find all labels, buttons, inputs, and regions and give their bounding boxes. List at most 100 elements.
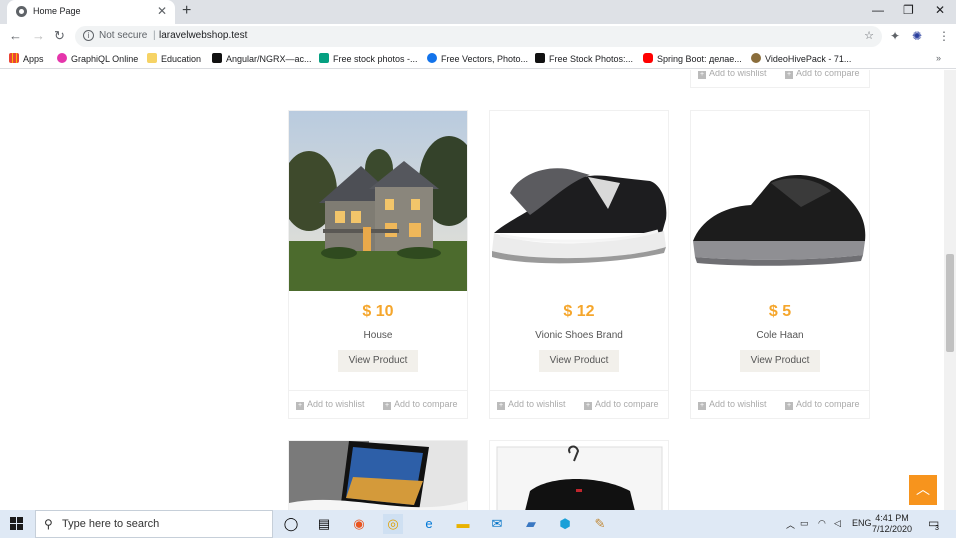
folder-icon (147, 53, 157, 63)
page-viewport: + Add to wishlist + Add to compare $ 10 … (0, 70, 944, 510)
plus-square-icon: + (584, 402, 592, 410)
search-placeholder: Type here to search (62, 518, 160, 530)
taskbar-clock[interactable]: 4:41 PM 7/12/2020 (872, 513, 912, 535)
security-label: Not secure (99, 30, 148, 41)
jacket-image (496, 445, 663, 510)
product-price: $ 10 (362, 303, 394, 320)
mail-icon[interactable]: ✉ (487, 514, 507, 534)
bookmark-spring-boot[interactable]: Spring Boot: делае... (643, 53, 742, 64)
product-card: $ 10 House View Product + Add to wishlist… (288, 110, 468, 419)
ubuntu-icon[interactable]: ◉ (349, 514, 369, 534)
view-product-button[interactable]: View Product (740, 350, 820, 372)
app-icon[interactable]: ▰ (521, 514, 541, 534)
extensions-icon[interactable]: ✦ (890, 29, 900, 43)
add-to-compare-link[interactable]: + Add to compare (785, 399, 860, 410)
forward-button[interactable]: → (32, 28, 45, 43)
show-hidden-icons[interactable]: ︿ (786, 518, 795, 531)
paint-icon[interactable]: ✎ (590, 514, 610, 534)
file-explorer-icon[interactable]: ▬ (453, 514, 473, 534)
product-card: $ 12 Vionic Shoes Brand View Product + Ad… (489, 110, 669, 419)
address-bar[interactable]: i Not secure | laravelwebshop.test ☆ (75, 26, 882, 47)
product-image-laptop[interactable] (289, 441, 467, 510)
chrome-icon[interactable]: ◎ (383, 514, 403, 534)
separator: | (153, 30, 156, 41)
scrollbar-thumb[interactable] (946, 254, 954, 352)
burst-icon (535, 53, 545, 63)
profile-icon[interactable]: ✺ (912, 29, 922, 43)
bookmark-free-vectors[interactable]: Free Vectors, Photo... (427, 53, 528, 64)
bookmark-apps[interactable]: Apps (9, 53, 44, 64)
chevron-up-icon: ︿ (916, 481, 930, 497)
language-indicator[interactable]: ENG (852, 518, 872, 528)
product-card (489, 440, 669, 510)
wifi-icon[interactable]: ◠ (818, 518, 826, 529)
product-image-jacket[interactable] (490, 441, 668, 510)
product-name[interactable]: Vionic Shoes Brand (490, 330, 668, 341)
bookmark-free-stock[interactable]: Free Stock Photos:... (535, 53, 633, 64)
product-image-cole-haan[interactable] (691, 111, 869, 291)
menu-icon[interactable]: ⋮ (938, 29, 950, 43)
tab-strip: Home Page ✕ + — ❐ ✕ (0, 0, 956, 24)
bookmark-star-icon[interactable]: ☆ (864, 29, 874, 42)
bookmark-stock-photos[interactable]: Free stock photos -... (319, 53, 418, 64)
product-name[interactable]: Cole Haan (691, 330, 869, 341)
graphql-icon (57, 53, 67, 63)
product-card (288, 440, 468, 510)
add-to-compare-link[interactable]: + Add to compare (383, 399, 458, 410)
tab-title: Home Page (33, 6, 81, 16)
edge-icon[interactable]: e (419, 514, 439, 534)
url-text[interactable]: laravelwebshop.test (159, 30, 247, 41)
view-product-button[interactable]: View Product (338, 350, 418, 372)
bookmark-graphiql[interactable]: GraphiQL Online (57, 53, 138, 64)
freepik-icon (427, 53, 437, 63)
add-to-wishlist-link[interactable]: + Add to wishlist (698, 70, 767, 79)
product-price: $ 12 (563, 303, 595, 320)
plus-square-icon: + (785, 71, 793, 79)
globe-icon (16, 6, 27, 17)
notification-count: 3 (935, 525, 939, 532)
close-window-button[interactable]: ✕ (935, 3, 945, 17)
info-icon[interactable]: i (83, 30, 94, 41)
browser-toolbar: ← → ↻ i Not secure | laravelwebshop.test… (0, 24, 956, 49)
pexels-icon (319, 53, 329, 63)
bookmarks-overflow-icon[interactable]: » (936, 53, 941, 63)
new-tab-button[interactable]: + (182, 2, 191, 20)
task-view-icon[interactable]: ▤ (314, 514, 334, 534)
windows-taskbar: ⚲ Type here to search ◯ ▤ ◉ ◎ e ▬ ✉ ▰ ⬢ … (0, 510, 956, 538)
windows-start-icon[interactable] (10, 517, 24, 531)
plus-square-icon: + (497, 402, 505, 410)
clock-date: 7/12/2020 (872, 524, 913, 534)
store-icon[interactable]: ⬢ (555, 514, 575, 534)
product-price: $ 5 (768, 303, 792, 320)
bookmark-videohive[interactable]: VideoHivePack - 71... (751, 53, 851, 64)
bookmark-angular[interactable]: Angular/NGRX—ас... (212, 53, 312, 64)
tab-home-page[interactable]: Home Page ✕ (7, 0, 175, 24)
page-scrollbar[interactable] (944, 70, 956, 510)
taskbar-search-box[interactable]: ⚲ Type here to search (35, 510, 273, 538)
reload-button[interactable]: ↻ (54, 28, 65, 44)
back-button[interactable]: ← (9, 28, 22, 43)
restore-button[interactable]: ❐ (903, 3, 914, 17)
add-to-compare-link[interactable]: + Add to compare (785, 70, 860, 79)
product-name[interactable]: House (289, 330, 467, 341)
add-to-compare-link[interactable]: + Add to compare (584, 399, 659, 410)
bookmarks-bar: Apps GraphiQL Online Education Angular/N… (0, 49, 956, 69)
bookmark-education[interactable]: Education (147, 53, 201, 64)
scroll-to-top-button[interactable]: ︿ (909, 475, 937, 505)
youtube-icon (643, 53, 653, 63)
minimize-button[interactable]: — (872, 3, 884, 17)
volume-icon[interactable]: ◁ (834, 518, 841, 529)
add-to-wishlist-link[interactable]: + Add to wishlist (296, 399, 365, 410)
plus-square-icon: + (785, 402, 793, 410)
product-card: $ 5 Cole Haan View Product + Add to wishl… (690, 110, 870, 419)
dress-shoe-image (691, 111, 869, 291)
search-icon: ⚲ (44, 517, 53, 531)
cortana-icon[interactable]: ◯ (281, 514, 301, 534)
battery-icon[interactable]: ▭ (800, 518, 809, 529)
view-product-button[interactable]: View Product (539, 350, 619, 372)
product-image-vionic[interactable] (490, 111, 668, 291)
close-tab-icon[interactable]: ✕ (157, 4, 167, 18)
add-to-wishlist-link[interactable]: + Add to wishlist (497, 399, 566, 410)
product-image-house[interactable] (289, 111, 467, 291)
add-to-wishlist-link[interactable]: + Add to wishlist (698, 399, 767, 410)
